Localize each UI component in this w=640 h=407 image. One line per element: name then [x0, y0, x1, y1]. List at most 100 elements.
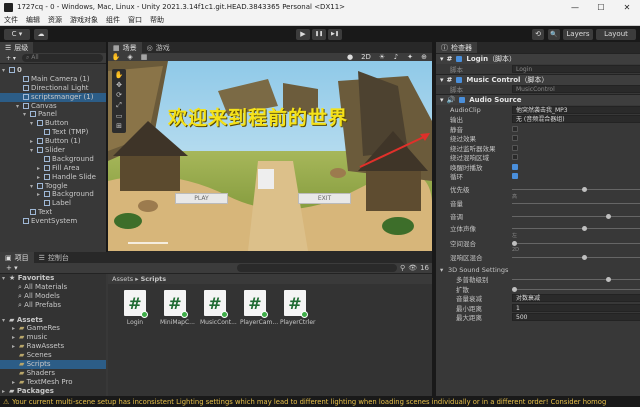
pitch-slider[interactable] [512, 215, 640, 217]
hierarchy-row[interactable]: ▾ Canvas [0, 102, 106, 111]
audio-source-header[interactable]: ▾ 🔊 Audio Source [436, 94, 640, 105]
filter-icon[interactable]: ⚲ [400, 264, 405, 272]
menu-edit[interactable]: 编辑 [26, 15, 40, 25]
breadcrumb-scripts[interactable]: Scripts [141, 275, 167, 283]
hierarchy-row[interactable]: ▾ 0 [0, 66, 106, 75]
light-icon[interactable]: ☀ [377, 53, 387, 61]
menu-assets[interactable]: 资源 [48, 15, 62, 25]
packages-header[interactable]: ▸ ▰ Packages [0, 387, 106, 396]
script-asset[interactable]: # MusicCont... [200, 290, 237, 326]
tab-scene[interactable]: ▦ 场景 [108, 42, 142, 53]
spatial-slider[interactable] [512, 242, 640, 244]
view-tool-icon[interactable]: ✋ [115, 71, 124, 79]
priority-knob[interactable] [582, 186, 587, 192]
hierarchy-row[interactable]: Text (TMP) [0, 128, 106, 137]
asset-folder-item[interactable]: ▸ ▰ GameRes [0, 324, 106, 333]
hierarchy-row[interactable]: ▸ Background [0, 190, 106, 199]
reverb-knob[interactable] [582, 255, 587, 260]
bypass-effects-checkbox[interactable] [512, 135, 518, 142]
spread-slider[interactable] [512, 288, 640, 290]
hierarchy-row[interactable]: Background [0, 155, 106, 164]
rolloff-dropdown[interactable]: 对数衰减 [512, 294, 640, 303]
audioclip-field[interactable]: 他突然袭击我_MP3 [512, 105, 640, 114]
asset-folder-item[interactable]: ▰ Scenes [0, 351, 106, 360]
tab-hierarchy[interactable]: ☰ 层级 [0, 42, 34, 53]
mute-checkbox[interactable] [512, 125, 518, 132]
layout-dropdown[interactable]: Layout [596, 28, 636, 40]
bypass-reverb-checkbox[interactable] [512, 154, 518, 161]
eye-icon[interactable]: 👁 [408, 264, 417, 272]
close-button[interactable]: ✕ [614, 0, 640, 14]
stereo-knob[interactable] [582, 226, 587, 231]
asset-folder-item[interactable]: ▰ Shaders [0, 369, 106, 378]
reverb-slider[interactable] [512, 257, 640, 258]
hand-tool-icon[interactable]: ✋ [111, 53, 121, 61]
spread-knob[interactable] [512, 286, 517, 292]
hierarchy-row[interactable]: ▾ Button [0, 119, 106, 128]
shading-icon[interactable]: ● [345, 53, 355, 61]
audio-icon[interactable]: ♪ [391, 53, 401, 61]
project-search-input[interactable] [237, 264, 398, 272]
menu-component[interactable]: 组件 [106, 15, 120, 25]
play-button[interactable]: ▶ [296, 28, 310, 40]
tab-game[interactable]: ◎ 游戏 [141, 42, 175, 53]
history-icon[interactable]: ⟲ [532, 28, 544, 40]
menu-gameobject[interactable]: 游戏对象 [70, 15, 98, 25]
menu-window[interactable]: 窗口 [128, 15, 142, 25]
hierarchy-row[interactable]: Directional Light [0, 84, 106, 93]
maximize-button[interactable]: ☐ [588, 0, 614, 14]
hierarchy-row[interactable]: Main Camera (1) [0, 75, 106, 84]
scene-viewport[interactable]: 欢迎来到程前的世界 PLAY EXIT ✋ ✥ ⟳ ⤢ ▭ ⊞ [108, 61, 432, 251]
move-tool-icon[interactable]: ✥ [116, 81, 122, 89]
grid-snap-icon[interactable]: ▦ [139, 53, 149, 61]
music-component-header[interactable]: ▾ # Music Control （脚本） [436, 73, 640, 85]
min-distance-field[interactable]: 1 [512, 303, 640, 312]
music-enabled-checkbox[interactable] [456, 76, 463, 83]
script-asset[interactable]: # PlayerCtrler [280, 290, 316, 326]
loop-checkbox[interactable] [512, 173, 518, 180]
favorite-item[interactable]: ⌕ All Models [0, 292, 106, 301]
play-awake-checkbox[interactable] [512, 163, 518, 170]
tab-project[interactable]: ▣ 项目 [0, 252, 34, 263]
play-game-button[interactable]: PLAY [175, 193, 228, 204]
login-component-header[interactable]: ▾ # Login （脚本） [436, 53, 640, 64]
tab-inspector[interactable]: ⓘ 检查器 [436, 42, 477, 53]
script-asset[interactable]: # Login [120, 290, 150, 326]
status-bar[interactable]: ⚠ Your current multi-scene setup has inco… [0, 396, 640, 407]
project-add-button[interactable]: + ▾ [3, 264, 21, 272]
asset-folder-item[interactable]: ▸ ▰ music [0, 333, 106, 342]
hierarchy-row[interactable]: ▾ Slider [0, 146, 106, 155]
exit-game-button[interactable]: EXIT [298, 193, 351, 204]
bypass-listener-checkbox[interactable] [512, 144, 518, 151]
hierarchy-row[interactable]: ▸ Fill Area [0, 164, 106, 173]
cloud-icon[interactable]: ☁ [34, 28, 48, 40]
search-icon[interactable]: 🔍 [548, 28, 560, 40]
asset-folder-item[interactable]: ▰ Scripts [0, 360, 106, 369]
stereo-slider[interactable] [512, 228, 640, 229]
mode-2d-button[interactable]: 2D [359, 53, 373, 61]
hierarchy-search-input[interactable]: ⌕ All [21, 54, 103, 62]
favorites-header[interactable]: ▾ ★ Favorites [0, 274, 106, 283]
favorite-item[interactable]: ⌕ All Prefabs [0, 301, 106, 310]
hierarchy-row[interactable]: ▸ Handle Slide [0, 173, 106, 182]
step-button[interactable]: ▶❚ [328, 28, 342, 40]
menu-file[interactable]: 文件 [4, 15, 18, 25]
script-asset[interactable]: # PlayerCam... [240, 290, 278, 326]
minimize-button[interactable]: — [562, 0, 588, 14]
collapse-icon[interactable]: ▾ [440, 266, 443, 274]
pivot-icon[interactable]: ◈ [125, 53, 135, 61]
asset-folder-item[interactable]: ▸ ▰ RawAssets [0, 342, 106, 351]
rotate-tool-icon[interactable]: ⟳ [116, 91, 122, 99]
hierarchy-row[interactable]: Label [0, 199, 106, 208]
rect-tool-icon[interactable]: ▭ [116, 112, 123, 120]
doppler-knob[interactable] [606, 277, 611, 282]
audio-enabled-checkbox[interactable] [459, 97, 466, 103]
favorite-item[interactable]: ⌕ All Materials [0, 283, 106, 292]
breadcrumb-assets[interactable]: Assets [112, 275, 133, 283]
priority-slider[interactable] [512, 188, 640, 190]
login-enabled-checkbox[interactable] [456, 56, 463, 62]
hierarchy-row[interactable]: ▸ Button (1) [0, 137, 106, 146]
hierarchy-row[interactable]: EventSystem [0, 217, 106, 226]
doppler-slider[interactable] [512, 279, 640, 280]
max-distance-field[interactable]: 500 [512, 313, 640, 322]
